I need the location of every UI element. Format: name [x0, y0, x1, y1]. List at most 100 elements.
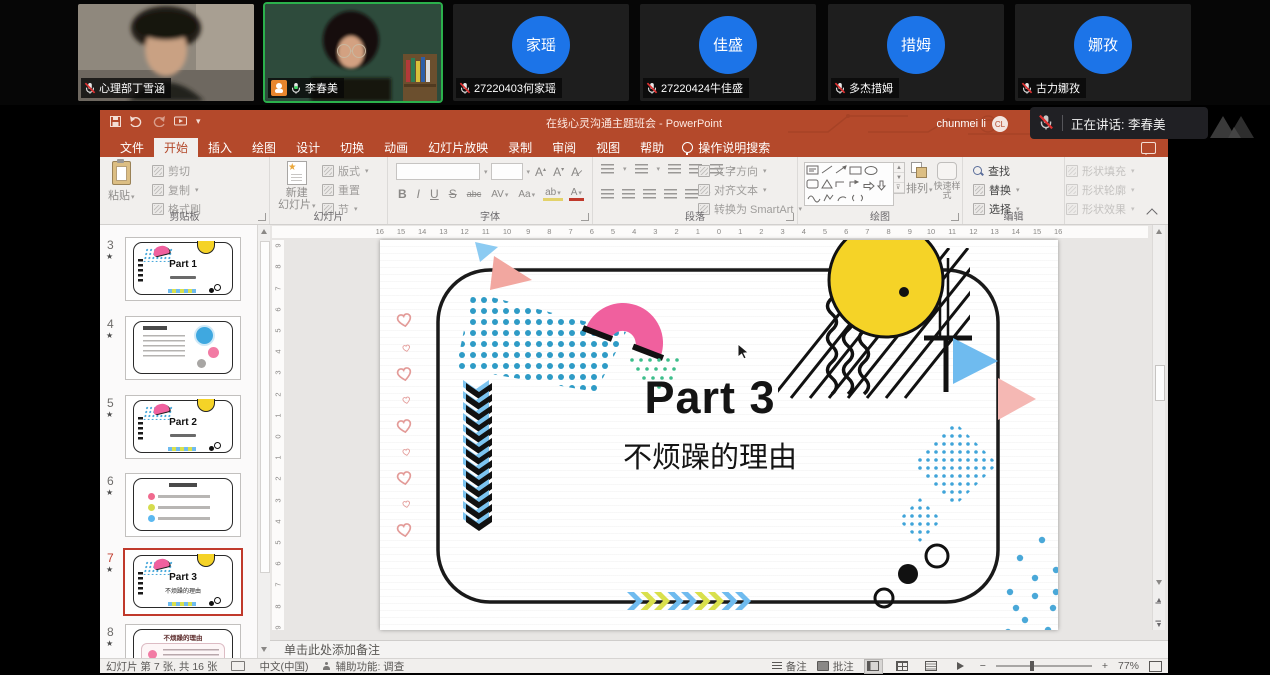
slide-subtitle[interactable]: 不烦躁的理由: [520, 434, 900, 476]
change-case-button[interactable]: Aa▾: [516, 189, 537, 200]
language-status[interactable]: 中文(中国): [259, 659, 308, 674]
comments-bubble-icon[interactable]: [1141, 142, 1156, 154]
tab-动画[interactable]: 动画: [374, 138, 418, 157]
collapse-ribbon-icon[interactable]: [1146, 208, 1157, 219]
font-dialog-launcher[interactable]: [581, 213, 589, 221]
editor-scrollbar[interactable]: ▲▔ ▁▼: [1152, 225, 1165, 630]
char-spacing-button[interactable]: AV▾: [489, 189, 510, 200]
align-right-icon[interactable]: [643, 189, 656, 199]
decrease-indent-icon[interactable]: [668, 164, 681, 174]
zoom-slider-thumb[interactable]: [1030, 661, 1034, 671]
highlight-color-button[interactable]: ab▾: [543, 187, 563, 201]
scroll-up-icon[interactable]: [1156, 229, 1162, 234]
shape-gallery[interactable]: [804, 162, 894, 206]
tell-me-search[interactable]: 操作说明搜索: [674, 138, 778, 157]
bold-button[interactable]: B: [396, 187, 409, 201]
decrease-font-icon[interactable]: A▾: [551, 165, 566, 179]
tab-录制[interactable]: 录制: [498, 138, 542, 157]
zoom-out-button[interactable]: −: [980, 660, 986, 672]
find-button[interactable]: 查找: [973, 163, 1020, 179]
shadow-button[interactable]: abc: [465, 189, 484, 199]
align-center-icon[interactable]: [622, 189, 635, 199]
slide-thumbnail-3[interactable]: Part 1: [126, 238, 240, 300]
replace-button[interactable]: 替换▾: [973, 182, 1020, 198]
scroll-up-icon[interactable]: [261, 229, 267, 234]
zoom-in-button[interactable]: +: [1102, 660, 1108, 672]
slide-thumbnail-4[interactable]: [126, 317, 240, 379]
shape-outline-button[interactable]: 形状轮廓▾: [1066, 182, 1135, 198]
reset-button[interactable]: 重置: [322, 182, 369, 198]
tab-审阅[interactable]: 审阅: [542, 138, 586, 157]
underline-button[interactable]: U: [428, 187, 441, 201]
arrange-button[interactable]: 排列▾: [906, 162, 933, 196]
slide-thumbnail-5[interactable]: Part 2: [126, 396, 240, 458]
slide-thumbnail-8[interactable]: 不烦躁的理由: [126, 625, 240, 658]
notes-pane[interactable]: 单击此处添加备注: [270, 640, 1168, 658]
scrollbar-thumb[interactable]: [260, 241, 270, 573]
notes-toggle[interactable]: 备注: [772, 659, 807, 674]
paragraph-dialog-launcher[interactable]: [786, 213, 794, 221]
tab-幻灯片放映[interactable]: 幻灯片放映: [418, 138, 498, 157]
new-slide-button[interactable]: 新建幻灯片▾: [278, 161, 316, 211]
strikethrough-button[interactable]: S: [447, 187, 459, 201]
shape-gallery-scroll[interactable]: ▲▼⊽: [893, 162, 905, 194]
slide-thumbnail-6[interactable]: [126, 474, 240, 536]
zoom-percentage[interactable]: 77%: [1118, 660, 1139, 672]
bullets-icon[interactable]: [601, 164, 614, 174]
participant-tile[interactable]: 佳盛 27220424牛佳盛: [640, 4, 816, 101]
font-size-select[interactable]: [491, 163, 523, 180]
align-text-button[interactable]: 对齐文本▾: [698, 182, 802, 198]
clear-format-icon[interactable]: A̷: [569, 165, 581, 179]
increase-font-icon[interactable]: A▴: [533, 165, 548, 179]
slide-canvas[interactable]: Part 3 不烦躁的理由: [380, 240, 1058, 630]
tab-设计[interactable]: 设计: [286, 138, 330, 157]
clipboard-dialog-launcher[interactable]: [258, 213, 266, 221]
scrollbar-thumb[interactable]: [1155, 365, 1165, 401]
text-direction-button[interactable]: 文字方向▾: [698, 163, 802, 179]
scroll-down-icon[interactable]: [1156, 580, 1162, 585]
comments-toggle[interactable]: 批注: [817, 659, 854, 674]
participant-tile[interactable]: 措姆 多杰措姆: [828, 4, 1004, 101]
fit-to-window-icon[interactable]: [1149, 661, 1162, 672]
columns-icon[interactable]: [685, 189, 698, 199]
slide-title[interactable]: Part 3: [520, 372, 900, 424]
participant-tile[interactable]: 家瑶 27220403何家瑶: [453, 4, 629, 101]
tab-绘图[interactable]: 绘图: [242, 138, 286, 157]
participant-tile[interactable]: 李春美: [265, 4, 441, 101]
italic-button[interactable]: I: [415, 187, 422, 201]
tab-切换[interactable]: 切换: [330, 138, 374, 157]
accessibility-status[interactable]: 辅助功能: 调查: [322, 659, 404, 674]
numbering-icon[interactable]: [635, 164, 648, 174]
participant-tile[interactable]: 心理部丁雪涵: [78, 4, 254, 101]
justify-icon[interactable]: [664, 189, 677, 199]
account-info[interactable]: chunmei li CL: [936, 110, 1008, 138]
shape-fill-button[interactable]: 形状填充▾: [1066, 163, 1135, 179]
font-color-button[interactable]: A▾: [569, 187, 584, 201]
cut-button[interactable]: 剪切: [152, 163, 201, 179]
reading-view-button[interactable]: [922, 659, 941, 674]
tab-开始[interactable]: 开始: [154, 138, 198, 157]
align-left-icon[interactable]: [601, 189, 614, 199]
tab-插入[interactable]: 插入: [198, 138, 242, 157]
tab-帮助[interactable]: 帮助: [630, 138, 674, 157]
font-name-select[interactable]: [396, 163, 480, 180]
scroll-down-icon[interactable]: [261, 647, 267, 652]
layout-button[interactable]: 版式▾: [322, 163, 369, 179]
next-slide-button[interactable]: ▁▼: [1156, 615, 1163, 629]
zoom-slider[interactable]: [996, 665, 1092, 667]
previous-slide-button[interactable]: ▲▔: [1156, 597, 1163, 611]
shape-effects-button[interactable]: 形状效果▾: [1066, 201, 1135, 217]
copy-button[interactable]: 复制▾: [152, 182, 201, 198]
participant-tile[interactable]: 娜孜 古力娜孜: [1015, 4, 1191, 101]
tab-视图[interactable]: 视图: [586, 138, 630, 157]
quick-styles-button[interactable]: 快速样式: [933, 162, 961, 200]
tab-文件[interactable]: 文件: [110, 138, 154, 157]
paste-button[interactable]: 粘贴▾: [108, 161, 135, 203]
slide-thumbnail-7[interactable]: Part 3不烦躁的理由: [126, 551, 240, 613]
drawing-dialog-launcher[interactable]: [951, 213, 959, 221]
display-settings-icon[interactable]: [231, 661, 245, 671]
slide-sorter-view-button[interactable]: [893, 659, 912, 674]
thumbnail-scrollbar[interactable]: [258, 225, 270, 658]
slideshow-view-button[interactable]: [951, 659, 970, 674]
normal-view-button[interactable]: [864, 659, 883, 674]
